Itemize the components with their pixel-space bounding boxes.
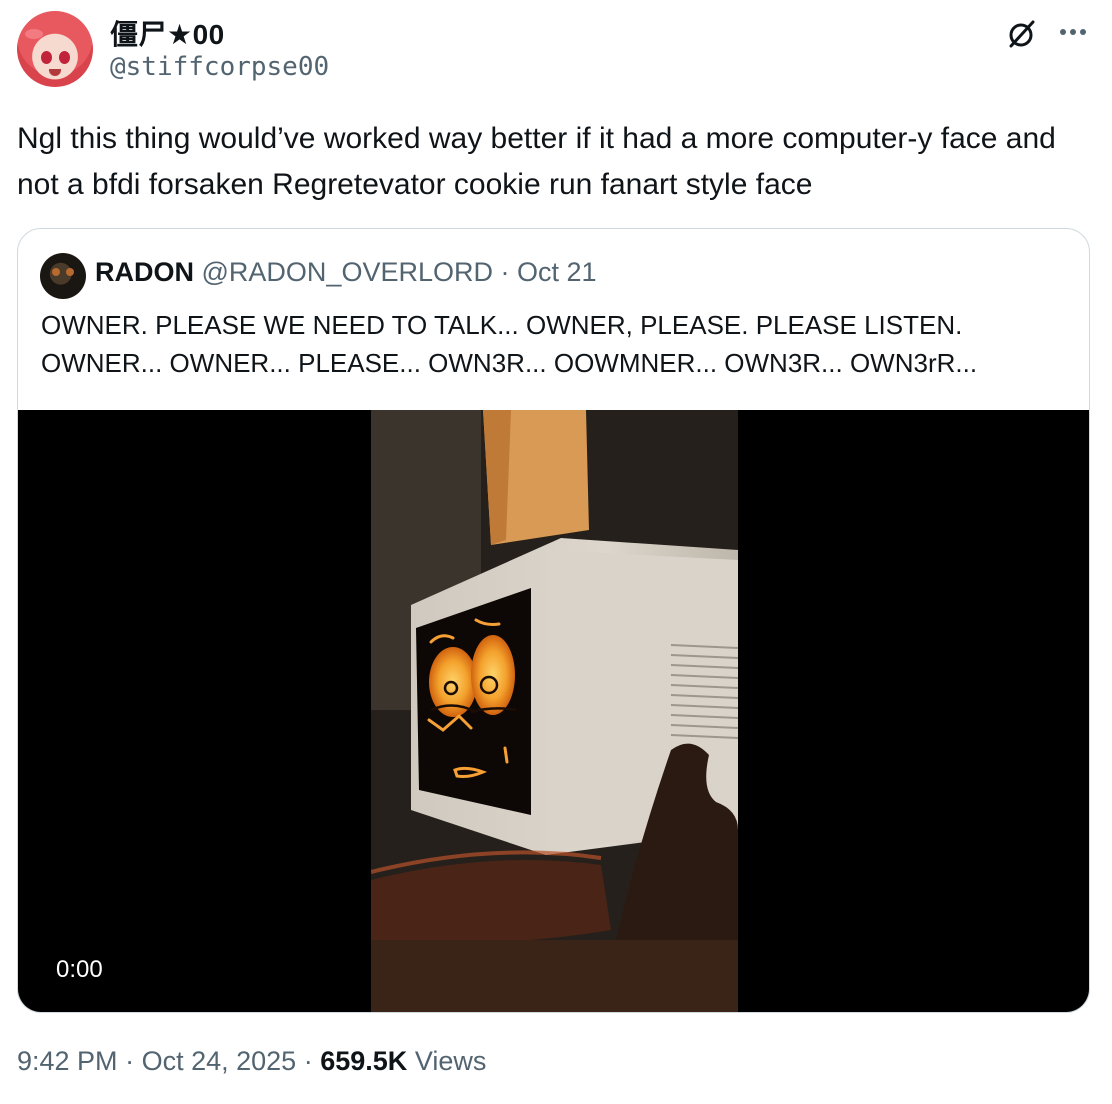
quoted-tweet-text: OWNER. PLEASE WE NEED TO TALK... OWNER, … [41, 310, 978, 378]
tweet-text: Ngl this thing would’ve worked way bette… [17, 122, 1056, 201]
quoted-author-avatar [40, 253, 86, 299]
metadata-separator: · [303, 1046, 313, 1076]
views-label: Views [414, 1046, 487, 1076]
quoted-tweet-card[interactable]: RADON @RADON_OVERLORD · Oct 21 OWNER. PL… [17, 228, 1090, 1013]
video-thumbnail-image [371, 410, 738, 1012]
tweet-metadata: 9:42 PM · Oct 24, 2025 · 659.5K Views [17, 1046, 486, 1077]
post-time[interactable]: 9:42 PM [17, 1046, 118, 1076]
author-display-name[interactable]: 僵尸★00 [110, 13, 225, 53]
video-player[interactable]: 0:00 [18, 410, 1089, 1012]
quoted-tweet-header: RADON @RADON_OVERLORD · Oct 21 [95, 257, 597, 288]
quoted-separator: · [500, 257, 510, 287]
metadata-separator: · [125, 1046, 135, 1076]
author-avatar[interactable] [17, 11, 93, 87]
video-frame [371, 410, 738, 1012]
quoted-handle: @RADON_OVERLORD [201, 257, 493, 287]
views-count[interactable]: 659.5K [320, 1046, 407, 1076]
more-icon[interactable] [1057, 19, 1089, 45]
quoted-display-name: RADON [95, 257, 194, 287]
quoted-date: Oct 21 [517, 257, 597, 287]
author-handle[interactable]: @stiffcorpse00 [110, 52, 329, 82]
post-date[interactable]: Oct 24, 2025 [142, 1046, 297, 1076]
video-time-label: 0:00 [56, 956, 103, 983]
grok-icon[interactable] [1005, 18, 1037, 50]
